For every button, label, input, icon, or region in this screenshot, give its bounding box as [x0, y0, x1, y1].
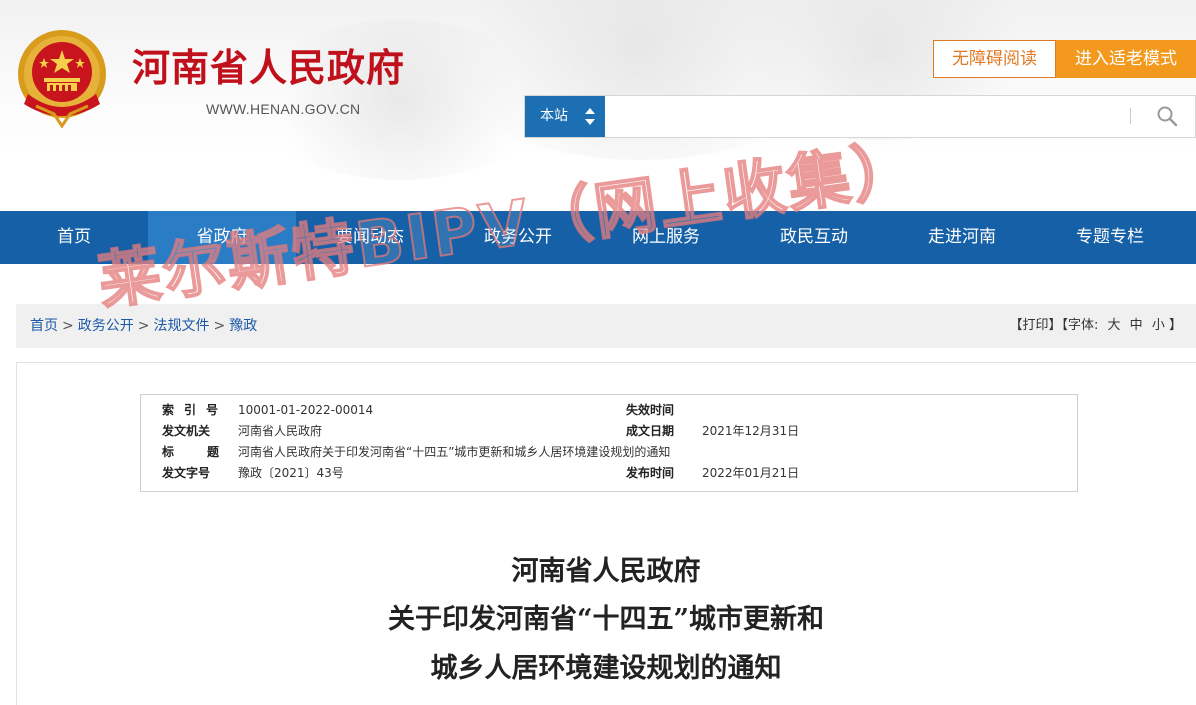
docno-label: 发文字号 [162, 466, 211, 480]
nav-item-special-topics[interactable]: 专题专栏 [1036, 211, 1184, 264]
breadcrumb-home[interactable]: 首页 [30, 318, 58, 334]
font-medium-button[interactable]: 中 [1130, 318, 1143, 333]
created-label: 成文日期 [626, 424, 675, 438]
created-value: 2021年12月31日 [702, 424, 800, 438]
search-icon[interactable] [1156, 105, 1178, 127]
print-button[interactable]: 【打印】 [1009, 318, 1061, 333]
expire-label: 失效时间 [626, 403, 675, 417]
breadcrumb: 首页 > 政务公开 > 法规文件 > 豫政 [30, 304, 257, 348]
site-title[interactable]: 河南省人民政府 [132, 44, 405, 92]
meta-row-issuer: 发文机关 河南省人民政府 成文日期 2021年12月31日 [141, 421, 1077, 442]
document-title-line-2: 关于印发河南省“十四五”城市更新和 [387, 604, 825, 635]
meta-row-docno: 发文字号 豫政〔2021〕43号 发布时间 2022年01月21日 [141, 463, 1077, 484]
breadcrumb-bar: 首页 > 政务公开 > 法规文件 > 豫政 【打印】【字体: 大 中 小 】 [16, 304, 1196, 348]
issuer-value: 河南省人民政府 [238, 424, 323, 438]
published-label: 发布时间 [626, 466, 675, 480]
site-url[interactable]: WWW.HENAN.GOV.CN [206, 101, 360, 117]
nav-item-online-services[interactable]: 网上服务 [592, 211, 740, 264]
breadcrumb-separator: > [62, 318, 74, 334]
nav-item-news[interactable]: 要闻动态 [296, 211, 444, 264]
accessibility-reading-button[interactable]: 无障碍阅读 [933, 40, 1056, 78]
nav-item-about-henan[interactable]: 走进河南 [888, 211, 1036, 264]
document-title-line-1: 河南省人民政府 [511, 556, 701, 587]
font-large-button[interactable]: 大 [1108, 318, 1121, 333]
title-value: 河南省人民政府关于印发河南省“十四五”城市更新和城乡人居环境建设规划的通知 [238, 445, 671, 459]
page-tools: 【打印】【字体: 大 中 小 】 [1009, 304, 1182, 348]
meta-row-title: 标题 河南省人民政府关于印发河南省“十四五”城市更新和城乡人居环境建设规划的通知 [141, 442, 1077, 463]
issuer-label: 发文机关 [162, 424, 211, 438]
nav-item-provincial-government[interactable]: 省政府 [148, 211, 296, 264]
meta-row-index: 索引号 10001-01-2022-00014 失效时间 [141, 400, 1077, 421]
nav-item-interaction[interactable]: 政民互动 [740, 211, 888, 264]
national-emblem-icon [18, 30, 106, 128]
published-value: 2022年01月21日 [702, 466, 800, 480]
nav-item-home[interactable]: 首页 [0, 211, 148, 264]
search-scope-select[interactable]: 本站 [525, 96, 605, 137]
document-metadata-table: 索引号 10001-01-2022-00014 失效时间 发文机关 河南省人民政… [140, 394, 1078, 492]
index-value: 10001-01-2022-00014 [238, 403, 374, 417]
search-divider [1130, 108, 1131, 124]
elder-mode-button[interactable]: 进入适老模式 [1056, 40, 1196, 78]
document-title-line-3: 城乡人居环境建设规划的通知 [430, 653, 782, 684]
search-input[interactable] [607, 96, 1127, 137]
font-small-button[interactable]: 小 [1152, 318, 1165, 333]
site-header: 河南省人民政府 WWW.HENAN.GOV.CN 无障碍阅读 进入适老模式 本站 [0, 0, 1196, 211]
font-size-label: 【字体: [1061, 318, 1099, 333]
updown-arrows-icon [585, 108, 595, 125]
breadcrumb-yuzheng[interactable]: 豫政 [229, 318, 257, 334]
font-size-close: 】 [1168, 318, 1182, 333]
breadcrumb-government-affairs[interactable]: 政务公开 [78, 318, 134, 334]
breadcrumb-separator: > [213, 318, 226, 334]
breadcrumb-separator: > [137, 318, 150, 334]
main-nav: 首页 省政府 要闻动态 政务公开 网上服务 政民互动 走进河南 专题专栏 [0, 211, 1196, 264]
index-label: 索引号 [162, 403, 229, 417]
nav-item-government-affairs[interactable]: 政务公开 [444, 211, 592, 264]
search-scope-label: 本站 [540, 108, 568, 124]
docno-value: 豫政〔2021〕43号 [238, 466, 344, 480]
breadcrumb-regulations[interactable]: 法规文件 [153, 318, 209, 334]
search-bar: 本站 [524, 95, 1196, 138]
